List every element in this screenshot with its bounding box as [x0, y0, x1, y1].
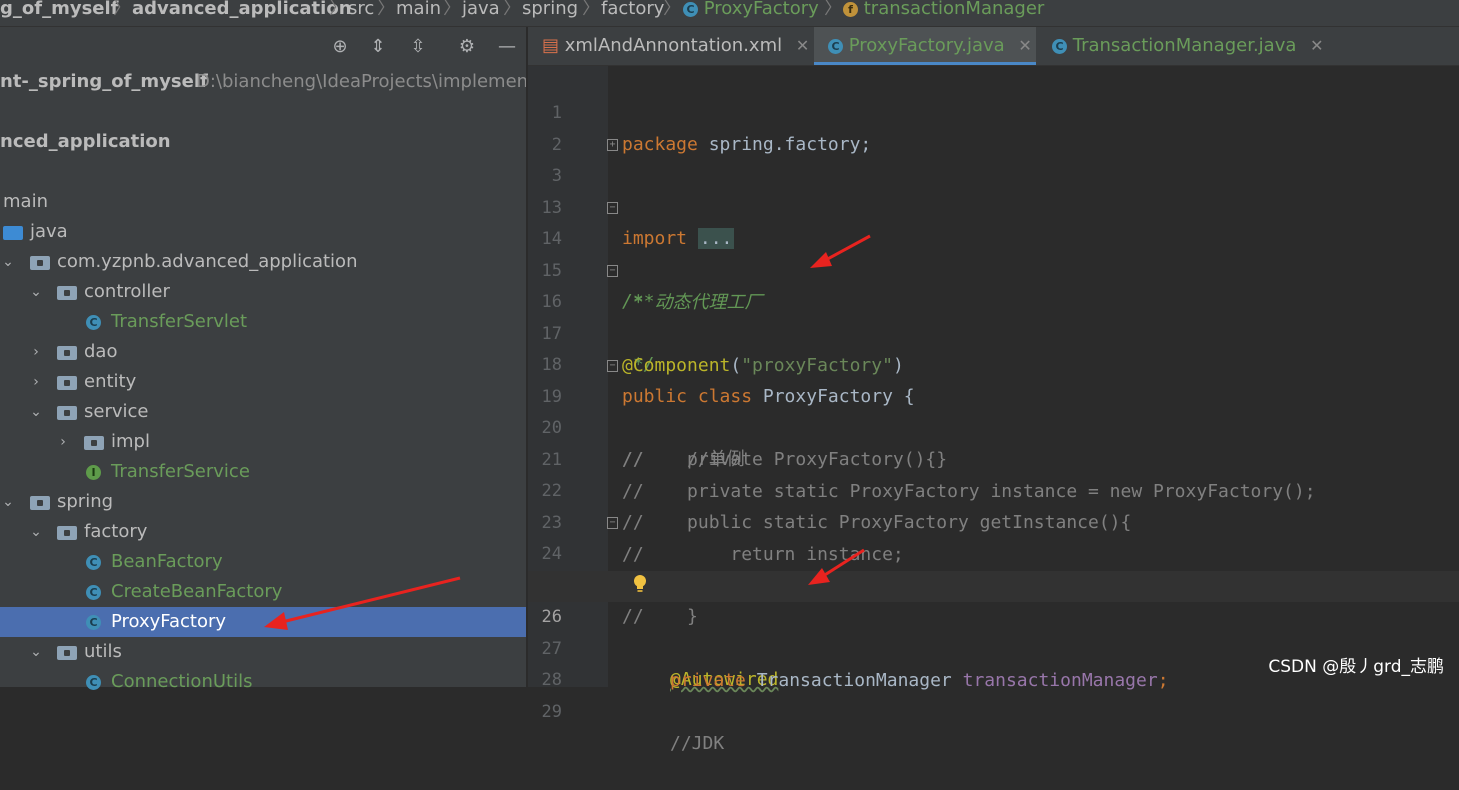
red-arrow-proxyfactory — [264, 576, 461, 630]
red-arrow-autowired — [808, 548, 865, 585]
annotation-arrows — [264, 234, 871, 630]
watermark: CSDN @殷丿grd_志鹏 — [1268, 657, 1444, 677]
red-arrow-comment — [810, 234, 871, 268]
line-number: 29 — [541, 702, 562, 722]
